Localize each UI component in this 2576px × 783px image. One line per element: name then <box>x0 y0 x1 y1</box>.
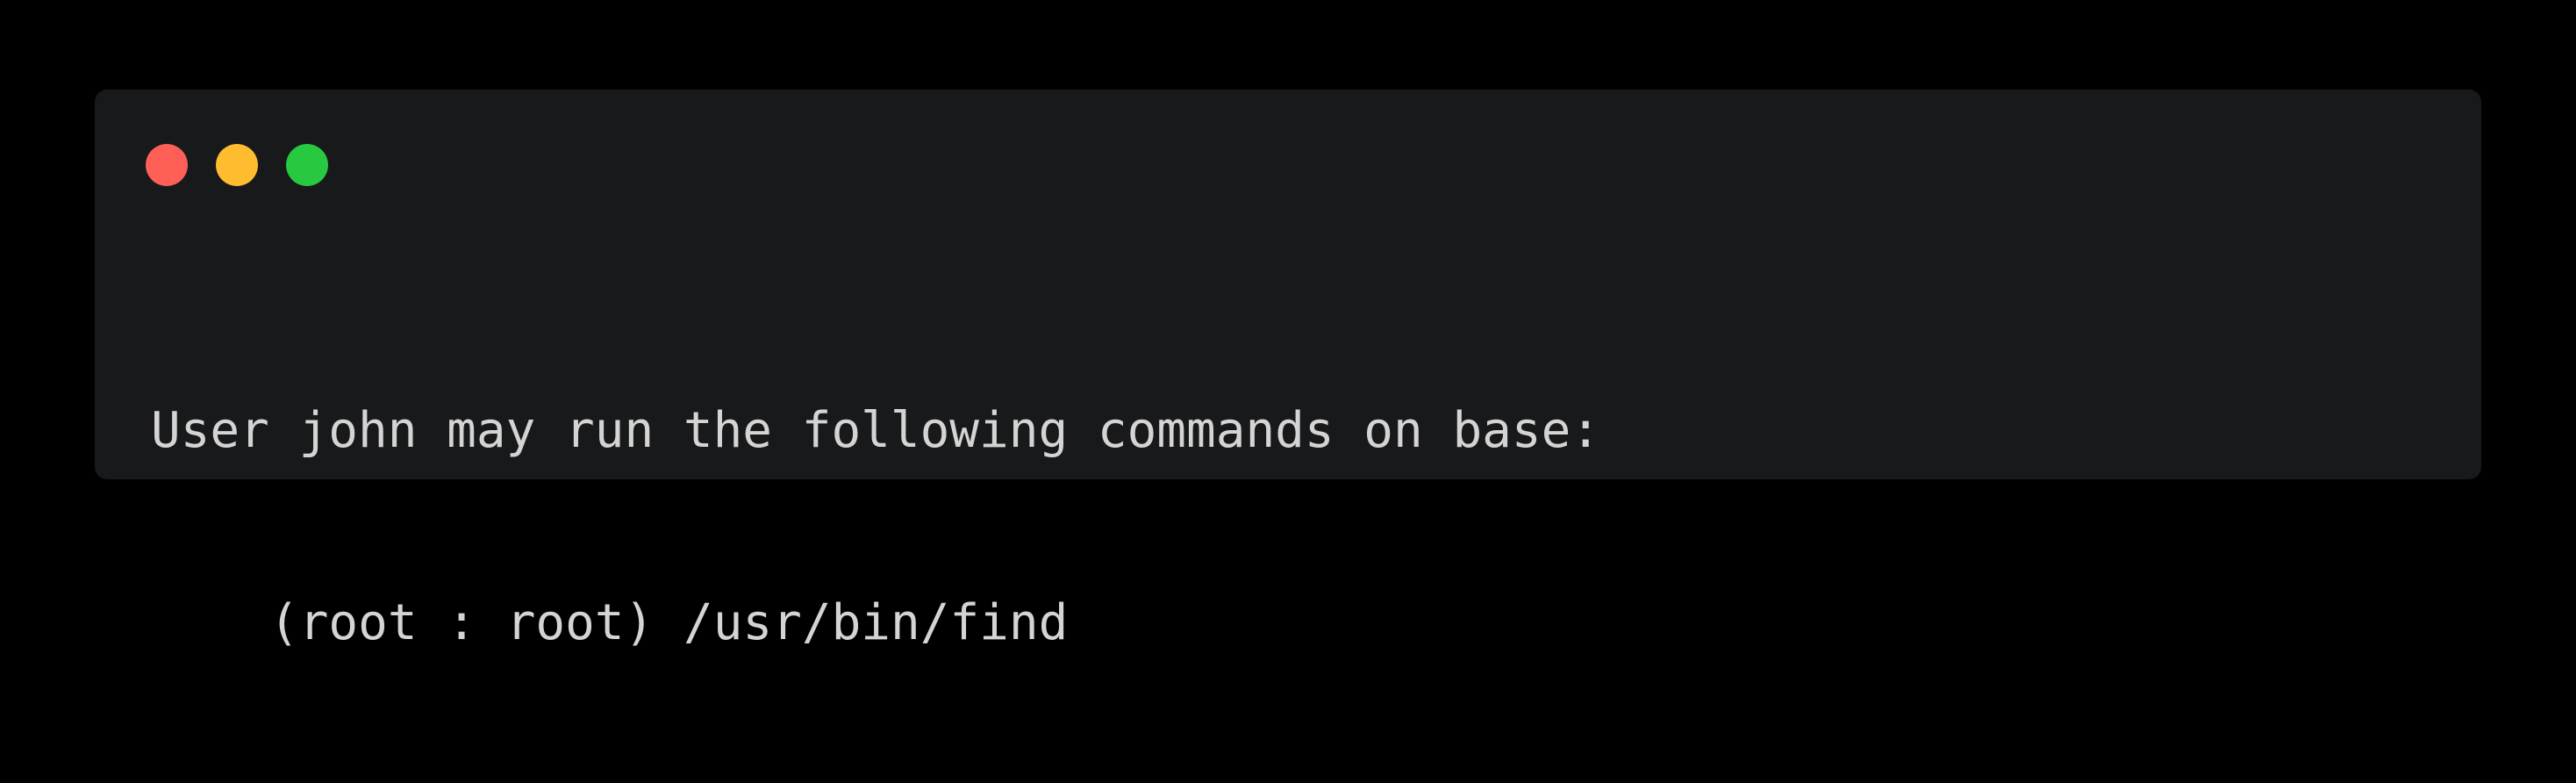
terminal-output: User john may run the following commands… <box>151 270 2425 783</box>
maximize-window-button[interactable] <box>286 144 328 186</box>
close-window-button[interactable] <box>146 144 188 186</box>
terminal-line: User john may run the following commands… <box>151 402 1601 459</box>
window-controls <box>146 144 328 186</box>
terminal-window: User john may run the following commands… <box>95 90 2481 651</box>
terminal-line: (root : root) /usr/bin/find <box>269 594 1069 651</box>
minimize-window-button[interactable] <box>216 144 258 186</box>
